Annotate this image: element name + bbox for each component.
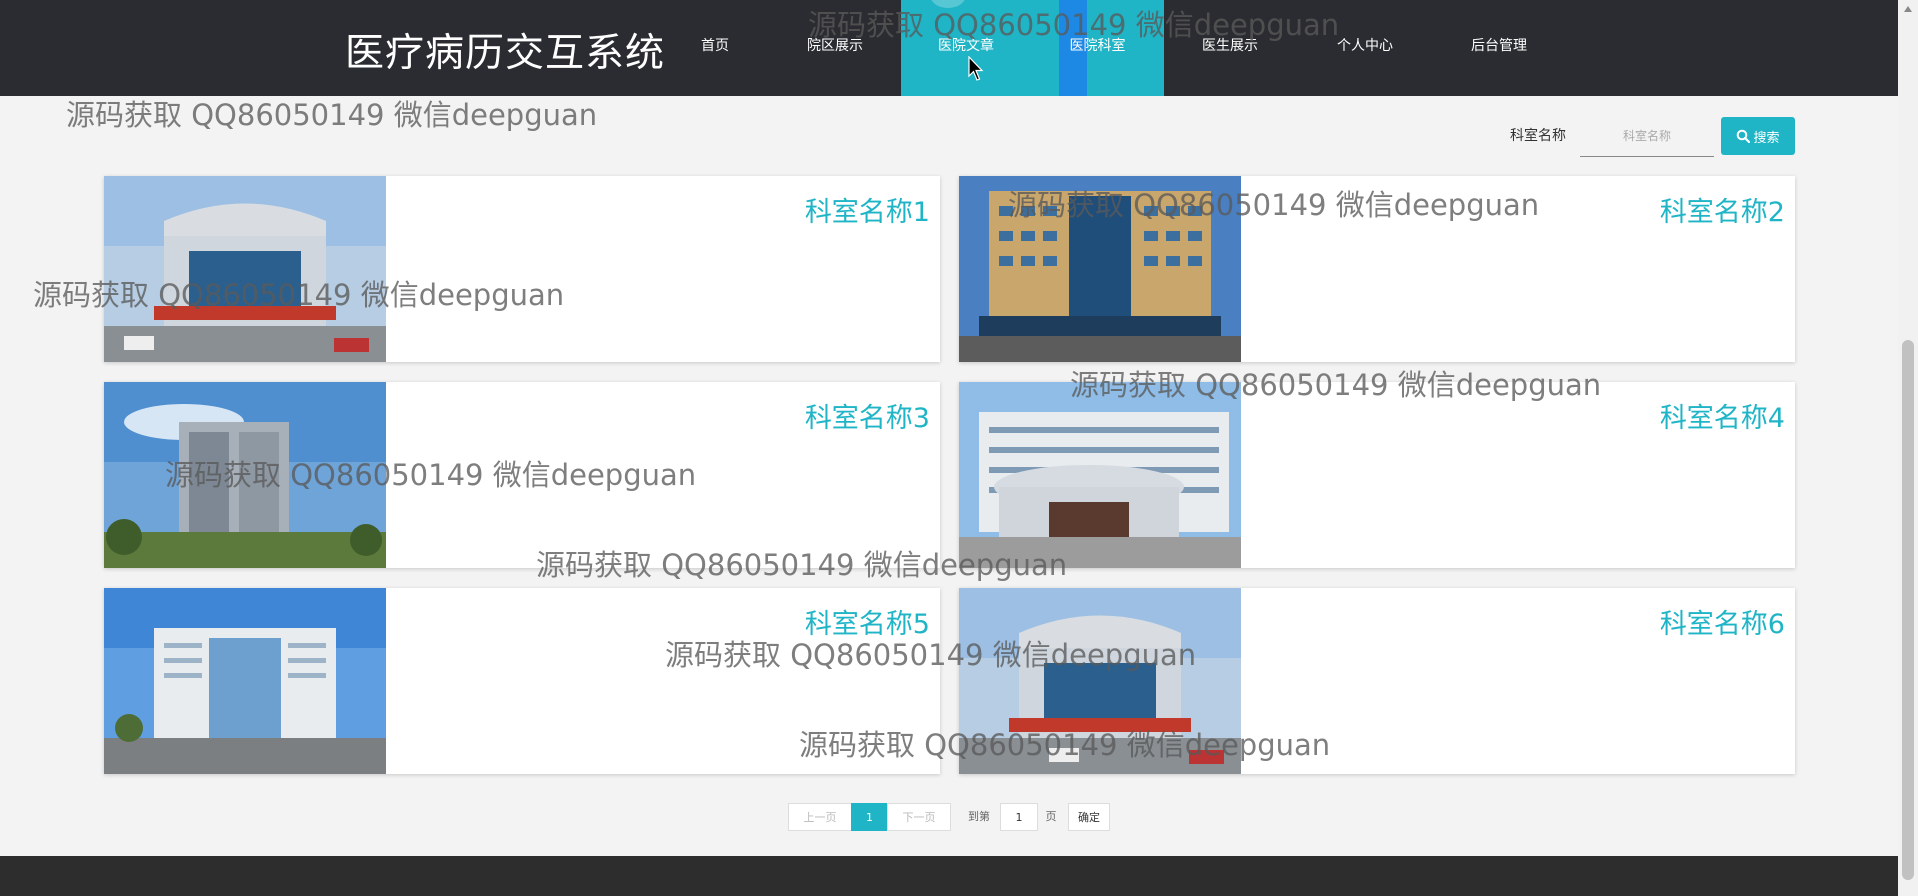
goto-confirm-button[interactable]: 确定 [1068,803,1110,831]
page-number-current[interactable]: 1 [851,803,888,831]
department-name: 科室名称6 [1659,609,1785,640]
prev-page-button[interactable]: 上一页 [788,803,852,831]
nav-item-doctors[interactable]: 医生展示 [1195,0,1265,96]
goto-suffix-label: 页 [1045,810,1057,823]
vertical-scrollbar[interactable] [1898,0,1918,896]
site-title: 医疗病历交互系统 [345,31,666,76]
nav-item-admin[interactable]: 后台管理 [1464,0,1534,96]
department-image [104,176,386,362]
goto-prefix-label: 到第 [968,810,990,823]
next-page-button[interactable]: 下一页 [887,803,951,831]
page-footer [0,856,1898,896]
nav-item-articles[interactable]: 医院文章 [901,0,1031,96]
department-search-input[interactable] [1580,116,1714,157]
nav-item-home[interactable]: 首页 [690,0,740,96]
search-icon [1737,129,1751,143]
mouse-cursor-icon [968,56,984,81]
department-image [959,382,1241,568]
department-name: 科室名称2 [1659,197,1785,228]
department-card[interactable]: 科室名称4 [959,382,1795,568]
goto-page-input[interactable]: 1 [1000,803,1038,831]
department-card[interactable]: 科室名称6 [959,588,1795,774]
department-card[interactable]: 科室名称3 [104,382,940,568]
department-card[interactable]: 科室名称2 [959,176,1795,362]
department-name: 科室名称4 [1659,403,1785,434]
department-name: 科室名称5 [804,609,930,640]
nav-item-departments[interactable]: 医院科室 [1031,0,1164,96]
department-image [959,588,1241,774]
scroll-up-arrow-icon[interactable] [1904,6,1912,12]
department-name: 科室名称3 [804,403,930,434]
department-card[interactable]: 科室名称5 [104,588,940,774]
department-image [959,176,1241,362]
nav-item-personal-center[interactable]: 个人中心 [1330,0,1400,96]
top-navbar: 医疗病历交互系统 首页 院区展示 医院文章 医院科室 医生展示 个人中心 后台管… [0,0,1898,96]
scrollbar-thumb[interactable] [1902,340,1914,880]
department-card[interactable]: 科室名称1 [104,176,940,362]
department-image [104,382,386,568]
department-image [104,588,386,774]
search-button[interactable]: 搜索 [1721,117,1795,155]
nav-item-campus[interactable]: 院区展示 [800,0,870,96]
department-name: 科室名称1 [804,197,930,228]
watermark-text: 源码获取 QQ86050149 微信deepguan [66,98,598,132]
search-label: 科室名称 [1510,128,1566,144]
search-button-label: 搜索 [1753,130,1780,146]
